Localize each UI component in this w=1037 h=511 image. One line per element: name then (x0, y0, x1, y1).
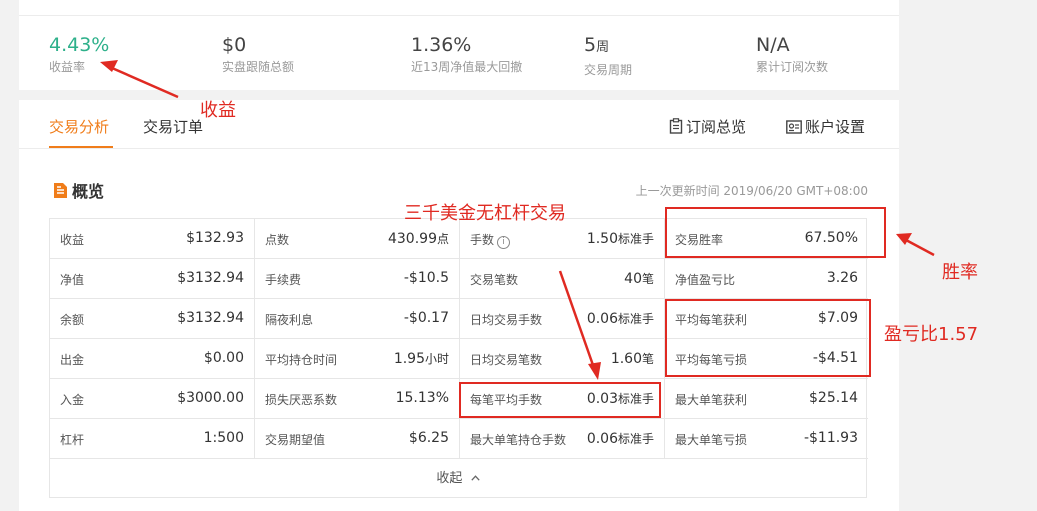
annotation-arrows (100, 60, 935, 380)
